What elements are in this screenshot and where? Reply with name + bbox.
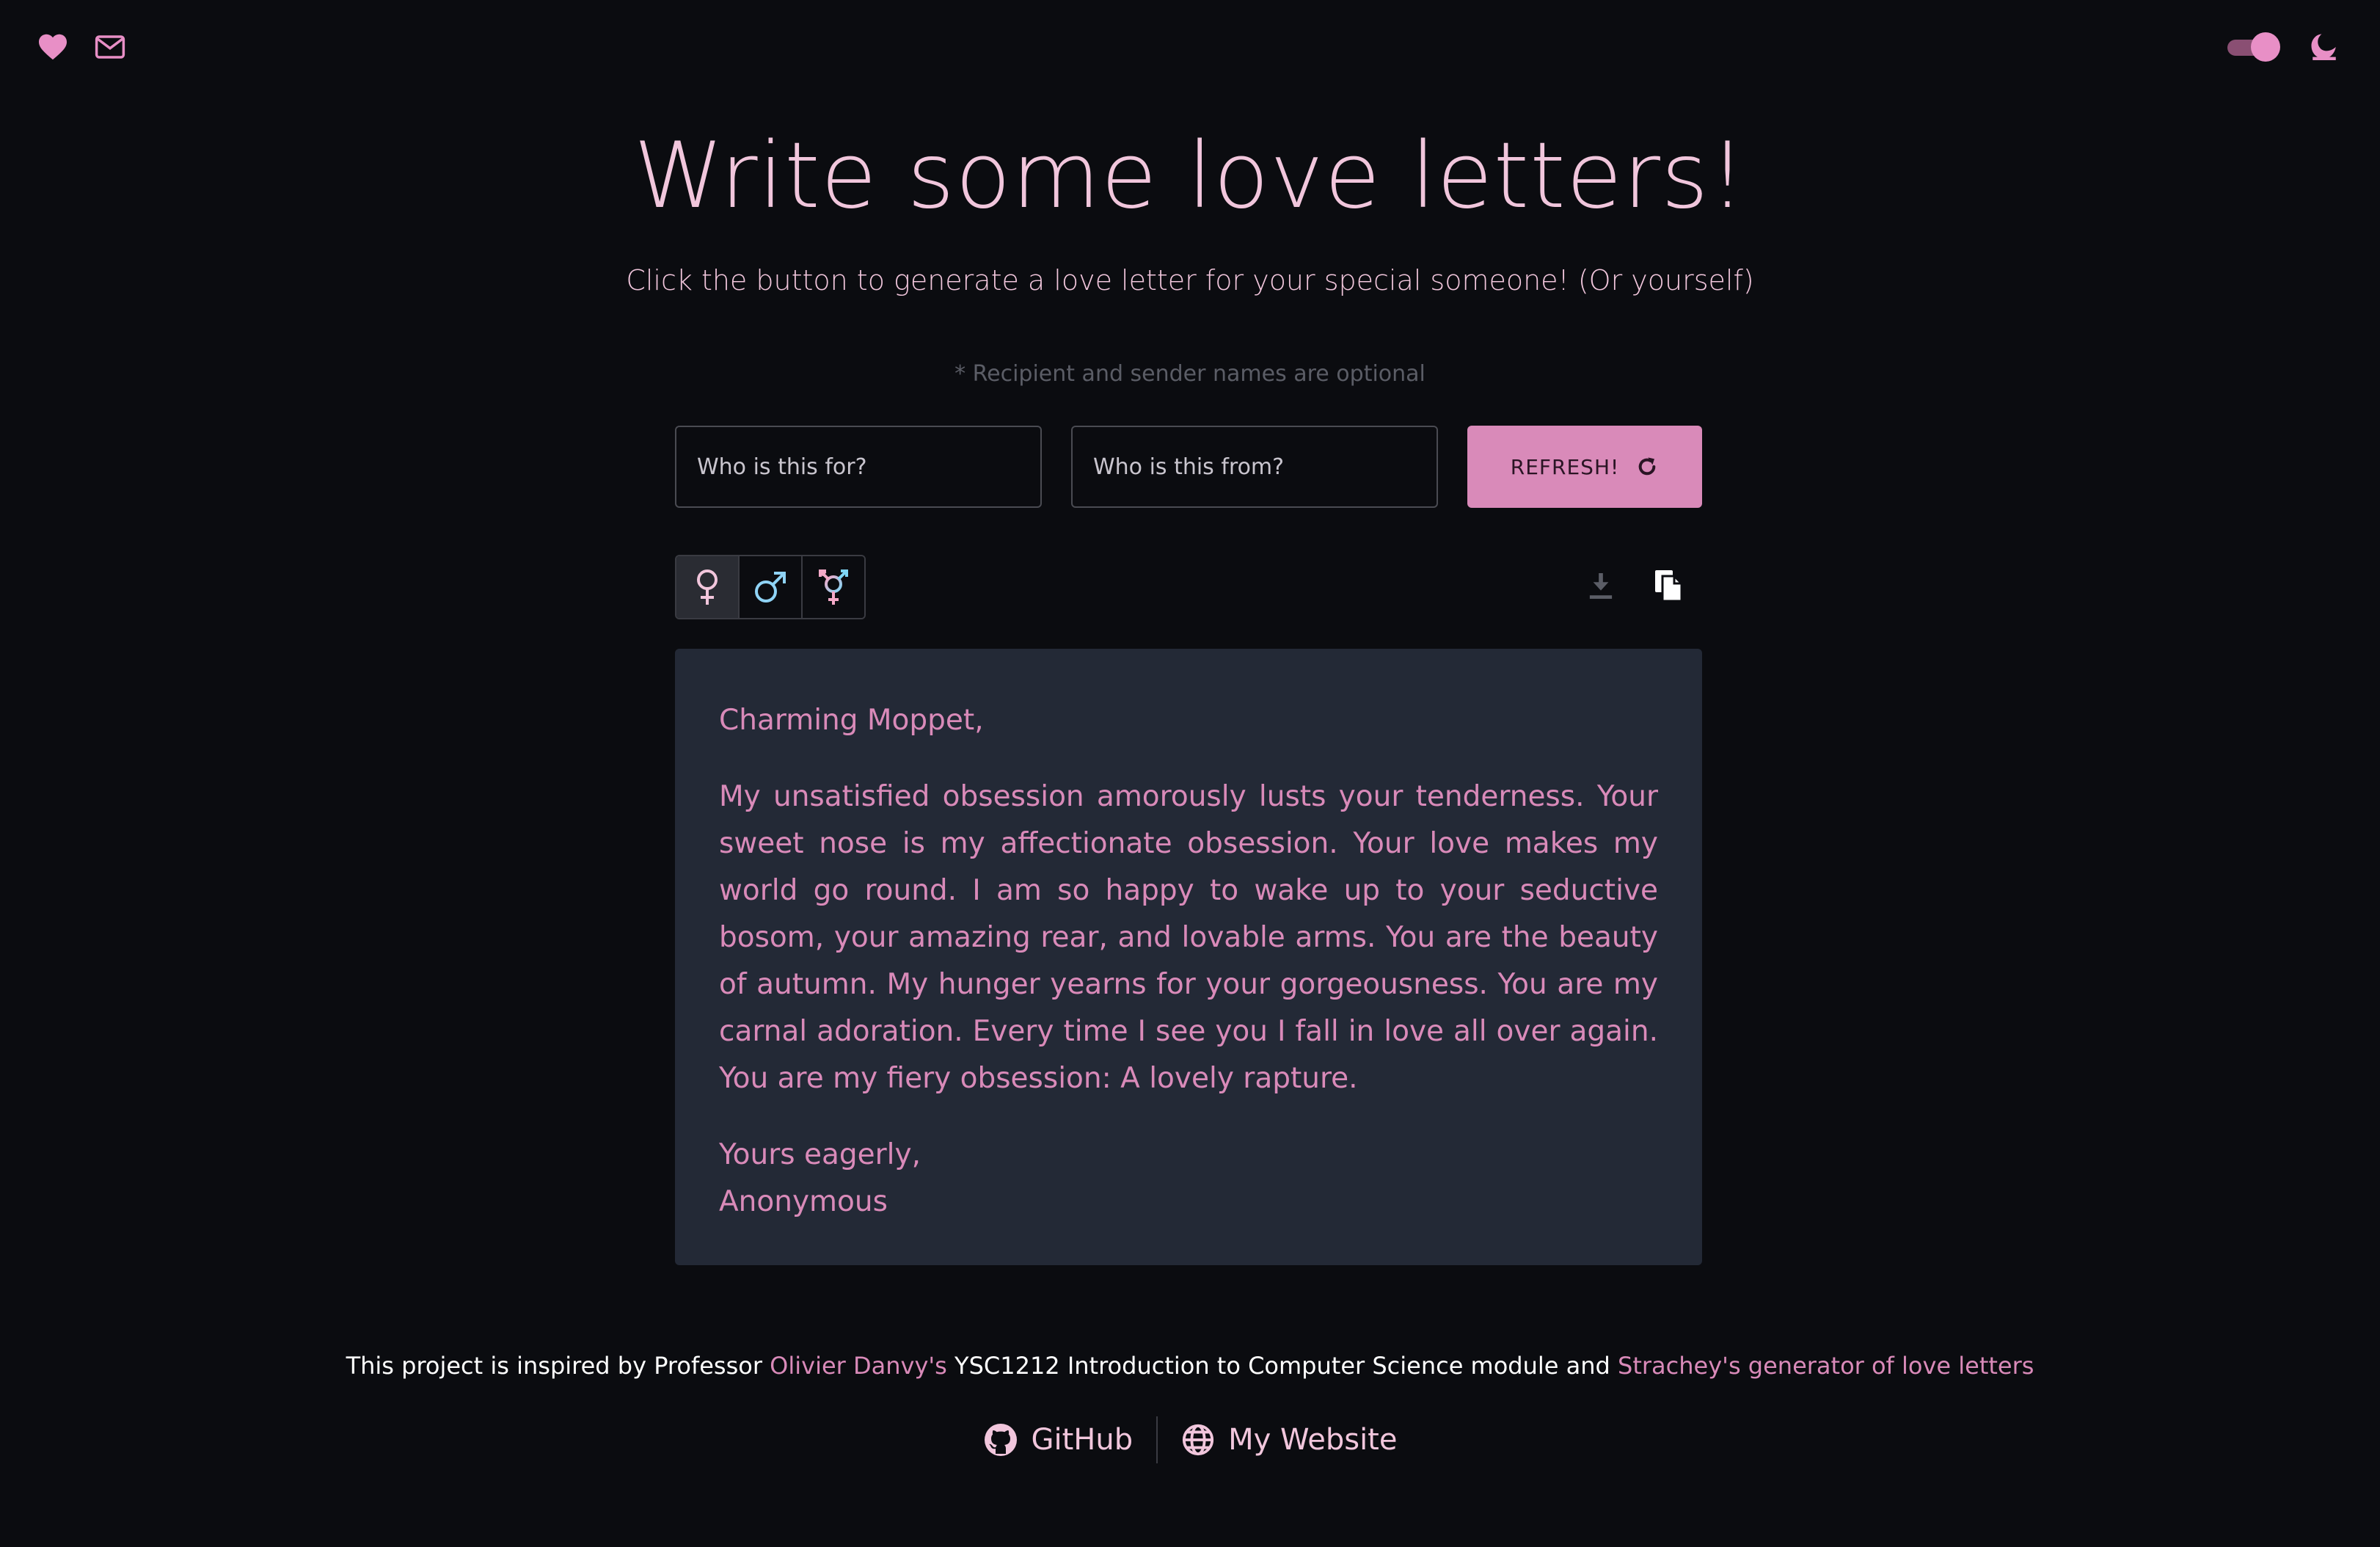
github-icon: [984, 1424, 1017, 1456]
gender-selector: [675, 555, 866, 619]
credit-prefix: This project is inspired by Professor: [346, 1352, 770, 1380]
recipient-input[interactable]: [675, 426, 1042, 508]
optional-note: * Recipient and sender names are optiona…: [954, 361, 1426, 387]
refresh-label: REFRESH!: [1510, 454, 1620, 479]
letter-actions: [1583, 568, 1686, 603]
name-form: REFRESH!: [675, 426, 1702, 508]
github-label: GitHub: [1031, 1423, 1134, 1457]
website-label: My Website: [1228, 1423, 1398, 1457]
copy-icon[interactable]: [1651, 568, 1686, 603]
letter-toolbar: [675, 555, 1702, 619]
website-link[interactable]: My Website: [1158, 1423, 1420, 1457]
letter-signature: Anonymous: [719, 1185, 888, 1218]
page-title: Write some love letters!: [633, 123, 1747, 229]
olivier-danvy-link[interactable]: Olivier Danvy's: [770, 1352, 947, 1380]
footer-links: GitHub My Website: [0, 1416, 2380, 1463]
male-symbol-icon: [755, 572, 786, 603]
page-subtitle: Click the button to generate a love lett…: [626, 264, 1754, 296]
toggle-knob: [2251, 32, 2280, 62]
credit-middle: YSC1212 Introduction to Computer Science…: [946, 1352, 1618, 1380]
transgender-option[interactable]: [803, 556, 864, 618]
strachey-link[interactable]: Strachey's generator of love letters: [1618, 1352, 2034, 1380]
sender-input[interactable]: [1071, 426, 1438, 508]
refresh-button[interactable]: REFRESH!: [1467, 426, 1702, 508]
footer-credit: This project is inspired by Professor Ol…: [0, 1352, 2380, 1380]
male-option[interactable]: [740, 556, 803, 618]
refresh-icon: [1638, 457, 1656, 476]
topbar-left: [35, 29, 128, 65]
letter-greeting: Charming Moppet,: [719, 704, 984, 737]
letter-card: Charming Moppet, My unsatisfied obsessio…: [675, 649, 1702, 1265]
mail-icon[interactable]: [92, 29, 128, 65]
globe-icon: [1183, 1424, 1214, 1456]
moon-icon[interactable]: [2307, 29, 2342, 65]
theme-toggle[interactable]: [2224, 32, 2280, 62]
female-symbol-icon: [697, 569, 718, 605]
letter-closing: Yours eagerly,: [719, 1138, 921, 1171]
letter-body: My unsatisfied obsession amorously lusts…: [719, 780, 1658, 1095]
transgender-symbol-icon: [819, 569, 848, 605]
topbar-right: [2224, 29, 2342, 65]
female-option[interactable]: [676, 556, 740, 618]
github-link[interactable]: GitHub: [960, 1422, 1157, 1457]
download-icon[interactable]: [1583, 568, 1618, 603]
heart-icon[interactable]: [35, 29, 70, 65]
